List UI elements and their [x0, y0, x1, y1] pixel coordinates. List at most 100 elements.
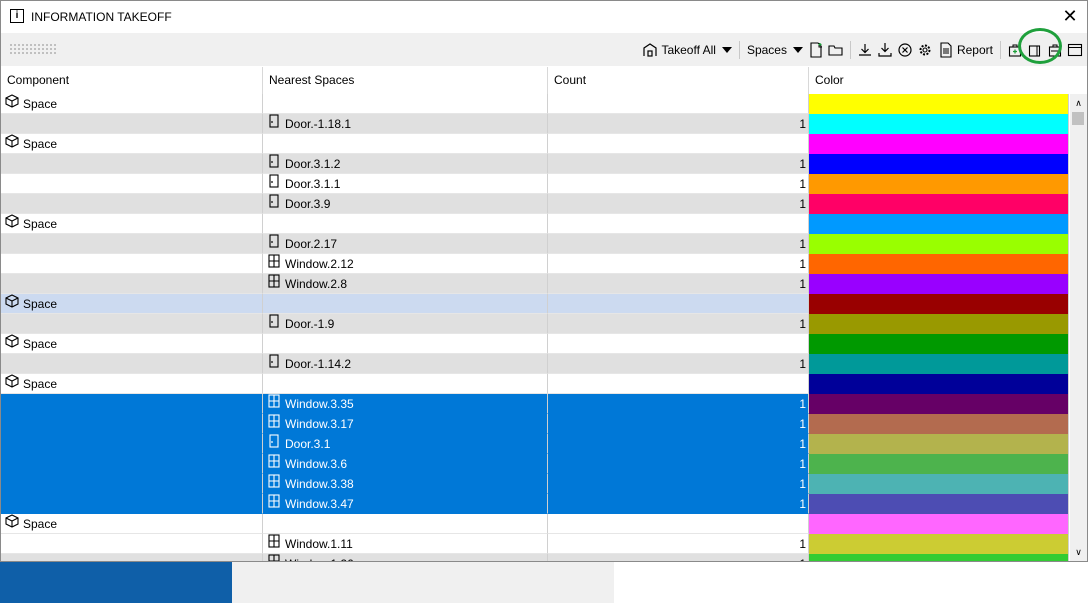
count-cell[interactable]: 1: [548, 554, 809, 561]
count-cell[interactable]: 1: [548, 434, 809, 454]
table-row[interactable]: Window.1.11 1: [1, 534, 1069, 554]
table-row[interactable]: Door.3.1.1 1: [1, 174, 1069, 194]
color-swatch-cell[interactable]: [809, 514, 1069, 534]
panel-icon[interactable]: [1067, 42, 1083, 58]
table-row[interactable]: Window.3.35 1: [1, 394, 1069, 414]
component-cell[interactable]: [1, 474, 263, 494]
component-cell[interactable]: [1, 494, 263, 514]
component-cell[interactable]: Space: [1, 374, 263, 394]
count-cell[interactable]: [548, 134, 809, 154]
column-header-count[interactable]: Count: [548, 67, 809, 94]
nearest-spaces-cell[interactable]: Door.-1.9: [263, 314, 548, 334]
count-cell[interactable]: 1: [548, 494, 809, 514]
count-cell[interactable]: [548, 94, 809, 114]
column-header-color[interactable]: Color: [809, 67, 1069, 94]
color-swatch-cell[interactable]: [809, 254, 1069, 274]
bag-highlighted-icon[interactable]: [1047, 42, 1063, 58]
component-cell[interactable]: [1, 174, 263, 194]
count-cell[interactable]: 1: [548, 414, 809, 434]
cancel-circle-icon[interactable]: [897, 42, 913, 58]
nearest-spaces-cell[interactable]: Door.3.1: [263, 434, 548, 454]
open-folder-icon[interactable]: [828, 42, 844, 58]
count-cell[interactable]: [548, 214, 809, 234]
nearest-spaces-cell[interactable]: Door.3.1.1: [263, 174, 548, 194]
report-button[interactable]: Report: [937, 40, 994, 60]
toolbar-grip[interactable]: [9, 43, 57, 55]
color-swatch-cell[interactable]: [809, 174, 1069, 194]
chevron-down-icon[interactable]: [792, 47, 803, 53]
nearest-spaces-cell[interactable]: [263, 134, 548, 154]
color-swatch-cell[interactable]: [809, 134, 1069, 154]
component-cell[interactable]: [1, 114, 263, 134]
component-cell[interactable]: Space: [1, 214, 263, 234]
nearest-spaces-cell[interactable]: [263, 334, 548, 354]
table-row[interactable]: Space: [1, 214, 1069, 234]
color-swatch-cell[interactable]: [809, 454, 1069, 474]
component-cell[interactable]: Space: [1, 134, 263, 154]
component-cell[interactable]: [1, 234, 263, 254]
table-row[interactable]: Door.3.9 1: [1, 194, 1069, 214]
nearest-spaces-cell[interactable]: Door.-1.14.2: [263, 354, 548, 374]
color-swatch-cell[interactable]: [809, 214, 1069, 234]
color-swatch-cell[interactable]: [809, 114, 1069, 134]
nearest-spaces-cell[interactable]: Window.3.47: [263, 494, 548, 514]
table-row[interactable]: Space: [1, 134, 1069, 154]
component-cell[interactable]: [1, 254, 263, 274]
table-row[interactable]: Door.-1.9 1: [1, 314, 1069, 334]
color-swatch-cell[interactable]: [809, 314, 1069, 334]
component-cell[interactable]: [1, 434, 263, 454]
nearest-spaces-cell[interactable]: Door.2.17: [263, 234, 548, 254]
color-swatch-cell[interactable]: [809, 414, 1069, 434]
count-cell[interactable]: 1: [548, 154, 809, 174]
count-cell[interactable]: [548, 514, 809, 534]
count-cell[interactable]: [548, 294, 809, 314]
component-cell[interactable]: [1, 194, 263, 214]
table-row[interactable]: Window.1.26 1: [1, 554, 1069, 561]
component-cell[interactable]: [1, 414, 263, 434]
download-icon[interactable]: [857, 42, 873, 58]
count-cell[interactable]: [548, 334, 809, 354]
color-swatch-cell[interactable]: [809, 394, 1069, 414]
title-bar[interactable]: i INFORMATION TAKEOFF ✕: [1, 1, 1087, 32]
chevron-down-icon[interactable]: [721, 47, 732, 53]
count-cell[interactable]: 1: [548, 474, 809, 494]
table-row[interactable]: Window.2.12 1: [1, 254, 1069, 274]
download-all-icon[interactable]: [877, 42, 893, 58]
component-cell[interactable]: [1, 354, 263, 374]
color-swatch-cell[interactable]: [809, 274, 1069, 294]
column-header-nearest-spaces[interactable]: Nearest Spaces: [263, 67, 548, 94]
nearest-spaces-cell[interactable]: Window.2.12: [263, 254, 548, 274]
color-swatch-cell[interactable]: [809, 154, 1069, 174]
table-row[interactable]: Window.3.47 1: [1, 494, 1069, 514]
spaces-dropdown[interactable]: Spaces: [746, 40, 804, 60]
nearest-spaces-cell[interactable]: Window.3.6: [263, 454, 548, 474]
vertical-scrollbar[interactable]: ∧ ∨: [1070, 94, 1087, 561]
nearest-spaces-cell[interactable]: Window.2.8: [263, 274, 548, 294]
nearest-spaces-cell[interactable]: [263, 94, 548, 114]
color-swatch-cell[interactable]: [809, 94, 1069, 114]
color-swatch-cell[interactable]: [809, 294, 1069, 314]
color-swatch-cell[interactable]: [809, 474, 1069, 494]
count-cell[interactable]: 1: [548, 394, 809, 414]
column-header-component[interactable]: Component: [1, 67, 263, 94]
color-swatch-cell[interactable]: [809, 554, 1069, 561]
nearest-spaces-cell[interactable]: Window.3.38: [263, 474, 548, 494]
table-row[interactable]: Window.3.38 1: [1, 474, 1069, 494]
count-cell[interactable]: 1: [548, 114, 809, 134]
component-cell[interactable]: [1, 534, 263, 554]
table-row[interactable]: Door.3.1.2 1: [1, 154, 1069, 174]
component-cell[interactable]: [1, 394, 263, 414]
component-cell[interactable]: [1, 554, 263, 561]
table-row[interactable]: Door.3.1 1: [1, 434, 1069, 454]
count-cell[interactable]: 1: [548, 174, 809, 194]
nearest-spaces-cell[interactable]: Window.3.17: [263, 414, 548, 434]
nearest-spaces-cell[interactable]: Door.-1.18.1: [263, 114, 548, 134]
color-swatch-cell[interactable]: [809, 534, 1069, 554]
component-cell[interactable]: Space: [1, 94, 263, 114]
new-file-icon[interactable]: [808, 42, 824, 58]
count-cell[interactable]: 1: [548, 234, 809, 254]
component-cell[interactable]: [1, 154, 263, 174]
count-cell[interactable]: 1: [548, 254, 809, 274]
count-cell[interactable]: 1: [548, 194, 809, 214]
nearest-spaces-cell[interactable]: Window.3.35: [263, 394, 548, 414]
